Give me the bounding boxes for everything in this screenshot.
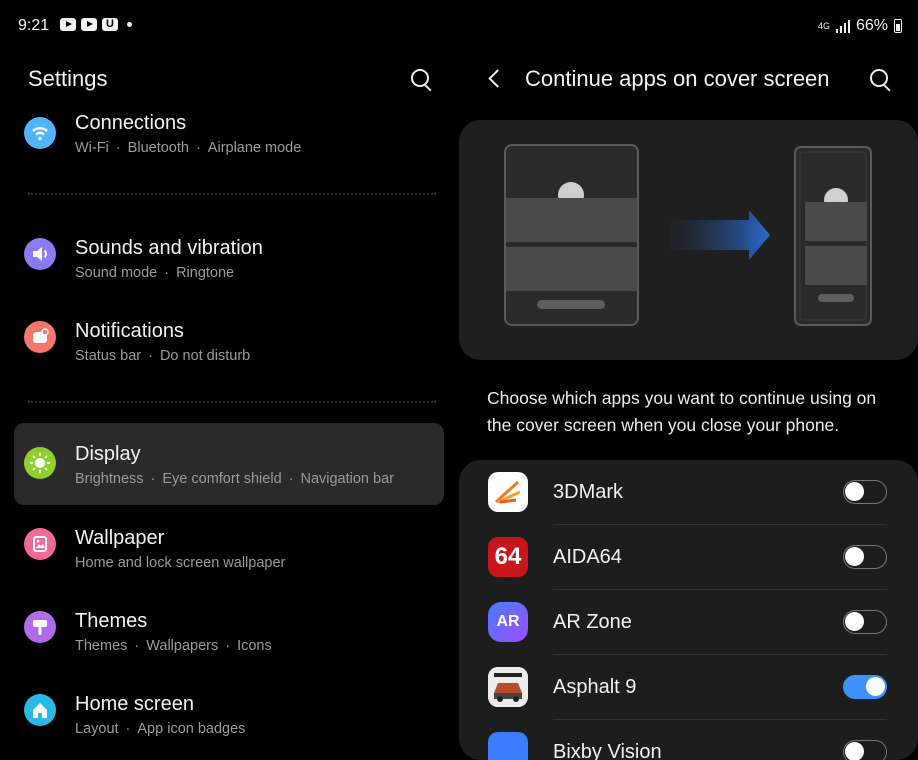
item-title: Home screen [75,693,194,715]
settings-item-notifications[interactable]: Notifications Status bar · Do not disturb [14,300,444,380]
brush-icon [24,611,56,643]
app-toggle[interactable] [843,675,887,699]
app-toggle[interactable] [843,610,887,634]
item-subtitle: Themes · Wallpapers · Icons [75,638,272,654]
back-button[interactable] [486,68,506,92]
app-toggle[interactable] [843,740,887,760]
app-name: AR Zone [553,611,632,633]
item-subtitle: Status bar · Do not disturb [75,348,251,364]
sun-icon [24,447,56,479]
item-title: Themes [75,610,148,632]
youtube-icon [60,18,76,31]
battery-percent: 66% [855,17,888,34]
speaker-icon [24,238,56,270]
wifi-icon [24,117,56,149]
item-subtitle: Layout · App icon badges [75,721,246,737]
item-title: Notifications [75,320,184,342]
cover-screen-illustration [459,120,918,360]
item-title: Connections [75,112,187,134]
aida64-icon: 64 [488,537,528,577]
app-toggle[interactable] [843,545,887,569]
youtube-icon [81,18,97,31]
app-name: AIDA64 [553,546,622,568]
item-subtitle: Sound mode · Ringtone [75,265,235,281]
settings-item-display[interactable]: Display Brightness · Eye comfort shield · Na… [14,423,444,505]
app-name: Bixby Vision [553,741,662,760]
item-subtitle: Wi-Fi · Bluetooth · Airplane mode [75,140,302,156]
app-row-bixby-vision[interactable]: Bixby Vision [459,720,918,760]
app-name: Asphalt 9 [553,676,637,698]
bixby-icon [488,732,528,760]
signal-icon [835,19,850,33]
divider [28,401,436,403]
search-button[interactable] [868,67,894,93]
home-icon [24,694,56,726]
asphalt-icon [488,667,528,707]
app-name: 3DMark [553,481,624,503]
item-title: Sounds and vibration [75,237,263,259]
app-list: 3DMark 64 AIDA64 AR AR Zone Asphalt 9 Bi… [459,460,918,760]
image-icon [24,528,56,560]
settings-item-connections[interactable]: Connections Wi-Fi · Bluetooth · Airplane mod… [14,100,444,180]
settings-item-themes[interactable]: Themes Themes · Wallpapers · Icons [14,590,444,670]
item-title: Display [75,443,141,465]
page-title: Settings [28,66,108,91]
notification-icons: U [60,18,132,31]
settings-item-home-screen[interactable]: Home screen Layout · App icon badges [14,673,444,753]
app-toggle[interactable] [843,480,887,504]
item-subtitle: Brightness · Eye comfort shield · Navigation… [75,471,394,487]
status-time: 9:21 [18,17,50,34]
page-title: Continue apps on cover screen [525,66,830,91]
settings-item-wallpaper[interactable]: Wallpaper Home and lock screen wallpaper [14,507,444,587]
item-subtitle: Home and lock screen wallpaper [75,555,286,571]
app-row-aida64[interactable]: 64 AIDA64 [459,525,918,590]
app-row-3dmark[interactable]: 3DMark [459,460,918,525]
u-app-icon: U [102,18,118,31]
bell-icon [24,321,56,353]
description-text: Choose which apps you want to continue u… [487,388,877,435]
battery-icon [894,19,902,33]
item-title: Wallpaper [75,527,165,549]
more-notifications-dot-icon [127,22,132,27]
network-type: 4G [817,20,830,31]
ar-zone-icon: AR [488,602,528,642]
status-right: 4G 66% [818,17,902,35]
app-row-asphalt-9[interactable]: Asphalt 9 [459,655,918,720]
settings-item-sounds[interactable]: Sounds and vibration Sound mode · Ringtone [14,217,444,297]
3dmark-icon [488,472,528,512]
divider [28,193,436,195]
search-button[interactable] [409,67,435,93]
app-row-ar-zone[interactable]: AR AR Zone [459,590,918,655]
